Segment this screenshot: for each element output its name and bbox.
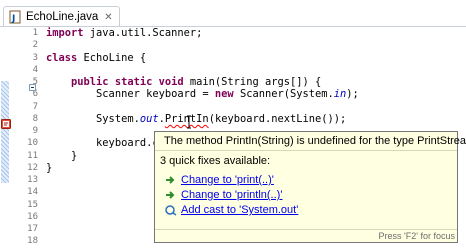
line-number: 12 — [27, 162, 38, 173]
rename-arrow-icon — [166, 176, 175, 184]
code-line[interactable]: } — [46, 162, 52, 175]
keyword-token: import — [46, 27, 90, 39]
line-number: 7 — [32, 101, 38, 112]
quick-fix-item[interactable]: Change to 'print(..)' — [165, 174, 274, 186]
keyword-token: public static void — [71, 76, 190, 88]
code-token: Scanner(System. — [239, 88, 334, 101]
code-line[interactable]: public static void main(String args[]) { — [46, 76, 321, 89]
keyword-token: new — [214, 88, 240, 101]
text-cursor-icon — [187, 115, 191, 129]
line-number: 13 — [27, 175, 38, 185]
line-number: 2 — [32, 40, 38, 51]
line-number: 3 — [32, 52, 38, 63]
code-token: } — [46, 161, 53, 174]
line-number: 9 — [32, 126, 38, 136]
focus-hint: Press 'F2' for focus — [378, 231, 455, 241]
code-token: System. — [46, 112, 140, 125]
java-file-icon: J — [9, 10, 21, 24]
line-number: 18 — [27, 236, 38, 247]
cast-icon — [165, 205, 177, 216]
code-line[interactable]: Scanner keyboard = new Scanner(System.in… — [46, 88, 359, 101]
svg-text:J: J — [11, 14, 15, 24]
line-number: 16 — [27, 211, 38, 222]
quick-fix-popup[interactable]: The method PrintIn(String) is undefined … — [154, 131, 466, 243]
rename-arrow-icon — [166, 191, 175, 199]
tab-echoline-java[interactable]: J EchoLine.java ✕ — [3, 6, 120, 27]
code-token: keyboard.cl — [46, 137, 165, 150]
keyword-token: class — [46, 51, 84, 64]
code-line[interactable]: System.out.PrintIn(keyboard.nextLine()); — [46, 113, 346, 126]
quick-fix-link[interactable]: Change to 'println(..)' — [181, 189, 282, 201]
code-token: } — [46, 149, 78, 162]
line-number: 8 — [32, 113, 38, 124]
line-number: 14 — [27, 187, 38, 198]
quick-fix-item[interactable]: Add cast to 'System.out' — [165, 204, 298, 216]
quick-fixes-heading: 3 quick fixes available: — [160, 155, 271, 167]
code-line[interactable]: keyboard.cl — [46, 137, 165, 150]
code-line[interactable]: class EchoLine { — [46, 52, 146, 65]
code-token: EchoLine { — [83, 51, 147, 64]
line-number: 1 — [32, 28, 38, 38]
tab-label: EchoLine.java — [26, 11, 99, 23]
error-message-row: The method PrintIn(String) is undefined … — [155, 132, 466, 151]
line-number: 11 — [27, 150, 38, 161]
line-number-gutter: 1 2 3 4 5 6 7 8 9 10 11 12 13 14 15 16 17 18 — [10, 27, 38, 250]
quick-fix-item[interactable]: Change to 'println(..)' — [165, 189, 282, 201]
field-token: in — [333, 88, 347, 101]
code-token: Scanner keyboard = — [46, 88, 215, 101]
code-token: main(String args[]) { — [189, 76, 322, 88]
code-token: (keyboard.nextLine()); — [208, 112, 347, 125]
code-token: java.util.Scanner; — [89, 27, 203, 39]
field-token: out — [139, 112, 159, 125]
editor-tab-bar: J EchoLine.java ✕ — [0, 0, 466, 27]
quick-fix-link[interactable]: Change to 'print(..)' — [181, 174, 274, 186]
line-number: 10 — [27, 138, 38, 149]
popup-footer: Press 'F2' for focus — [155, 229, 457, 242]
line-number: 15 — [27, 199, 38, 210]
collapse-icon[interactable] — [29, 84, 36, 91]
close-icon[interactable]: ✕ — [104, 12, 112, 23]
error-message: The method PrintIn(String) is undefined … — [164, 135, 466, 147]
overview-ruler-left — [0, 27, 11, 250]
change-marker — [1, 81, 9, 183]
line-number: 17 — [27, 224, 38, 234]
quick-fix-link[interactable]: Add cast to 'System.out' — [181, 204, 298, 216]
line-number: 4 — [32, 64, 38, 75]
code-token: ); — [346, 88, 359, 101]
code-line[interactable]: import java.util.Scanner; — [46, 27, 202, 40]
code-line[interactable]: } — [46, 150, 77, 163]
